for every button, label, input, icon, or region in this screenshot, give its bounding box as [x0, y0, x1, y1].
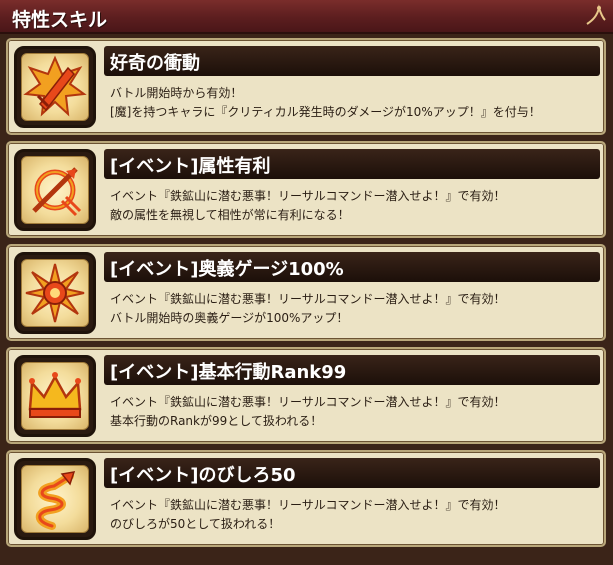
skill-icon-frame	[14, 252, 96, 334]
skill-description-line: イベント『鉄鉱山に潜む悪事！リーサルコマンドー潜入せよ！』で有効！	[110, 292, 506, 306]
skill-card: 好奇の衝動 バトル開始時から有効！ [魔]を持つキャラに『クリティカル発生時のダ…	[6, 38, 606, 135]
skill-title-bar: [イベント]属性有利	[104, 149, 600, 179]
skill-icon-frame	[14, 46, 96, 128]
ornament-icon	[586, 4, 606, 25]
skill-description: イベント『鉄鉱山に潜む悪事！リーサルコマンドー潜入せよ！』で有効！ のびしろが5…	[110, 496, 600, 534]
skill-card: [イベント]奥義ゲージ100% イベント『鉄鉱山に潜む悪事！リーサルコマンドー潜…	[6, 244, 606, 341]
skill-title-bar: [イベント]のびしろ50	[104, 458, 600, 488]
skill-icon-frame	[14, 149, 96, 231]
skill-description-line: のびしろが50として扱われる！	[110, 517, 281, 531]
skill-description-line: イベント『鉄鉱山に潜む悪事！リーサルコマンドー潜入せよ！』で有効！	[110, 189, 506, 203]
skill-card: [イベント]のびしろ50 イベント『鉄鉱山に潜む悪事！リーサルコマンドー潜入せよ…	[6, 450, 606, 547]
skill-description-line: 基本行動のRankが99として扱われる！	[110, 414, 323, 428]
skill-description: イベント『鉄鉱山に潜む悪事！リーサルコマンドー潜入せよ！』で有効！ 基本行動のR…	[110, 393, 600, 431]
skill-description-line: 敵の属性を無視して相性が常に有利になる！	[110, 208, 350, 222]
skill-title: [イベント]基本行動Rank99	[110, 362, 347, 383]
skill-description: イベント『鉄鉱山に潜む悪事！リーサルコマンドー潜入せよ！』で有効！ 敵の属性を無…	[110, 187, 600, 225]
skill-card: [イベント]基本行動Rank99 イベント『鉄鉱山に潜む悪事！リーサルコマンドー…	[6, 347, 606, 444]
skill-description-line: イベント『鉄鉱山に潜む悪事！リーサルコマンドー潜入せよ！』で有効！	[110, 498, 506, 512]
skill-title: 好奇の衝動	[110, 53, 200, 74]
crossed-ring-icon	[32, 167, 82, 217]
starburst-icon	[25, 263, 85, 323]
skill-description-line: バトル開始時の奥義ゲージが100%アップ！	[110, 311, 349, 325]
skill-icon-frame	[14, 355, 96, 437]
skill-description-line: バトル開始時から有効！	[110, 86, 243, 100]
sword-burst-icon	[23, 55, 87, 117]
skill-description-line: イベント『鉄鉱山に潜む悪事！リーサルコマンドー潜入せよ！』で有効！	[110, 395, 506, 409]
skill-description: バトル開始時から有効！ [魔]を持つキャラに『クリティカル発生時のダメージが10…	[110, 84, 600, 122]
skill-title-bar: [イベント]奥義ゲージ100%	[104, 252, 600, 282]
skill-title-bar: [イベント]基本行動Rank99	[104, 355, 600, 385]
section-header: 特性スキル	[0, 0, 613, 34]
skill-title: [イベント]のびしろ50	[110, 465, 296, 486]
crown-icon	[28, 372, 82, 418]
skill-card: [イベント]属性有利 イベント『鉄鉱山に潜む悪事！リーサルコマンドー潜入せよ！』…	[6, 141, 606, 238]
skill-icon-frame	[14, 458, 96, 540]
skill-title: [イベント]奥義ゲージ100%	[110, 259, 344, 280]
section-title: 特性スキル	[12, 9, 108, 31]
skill-description-line: [魔]を持つキャラに『クリティカル発生時のダメージが10%アップ！』を付与！	[110, 105, 541, 119]
skill-description: イベント『鉄鉱山に潜む悪事！リーサルコマンドー潜入せよ！』で有効！ バトル開始時…	[110, 290, 600, 328]
skill-title: [イベント]属性有利	[110, 156, 271, 177]
skill-title-bar: 好奇の衝動	[104, 46, 600, 76]
spiral-arrow-icon	[35, 471, 76, 530]
